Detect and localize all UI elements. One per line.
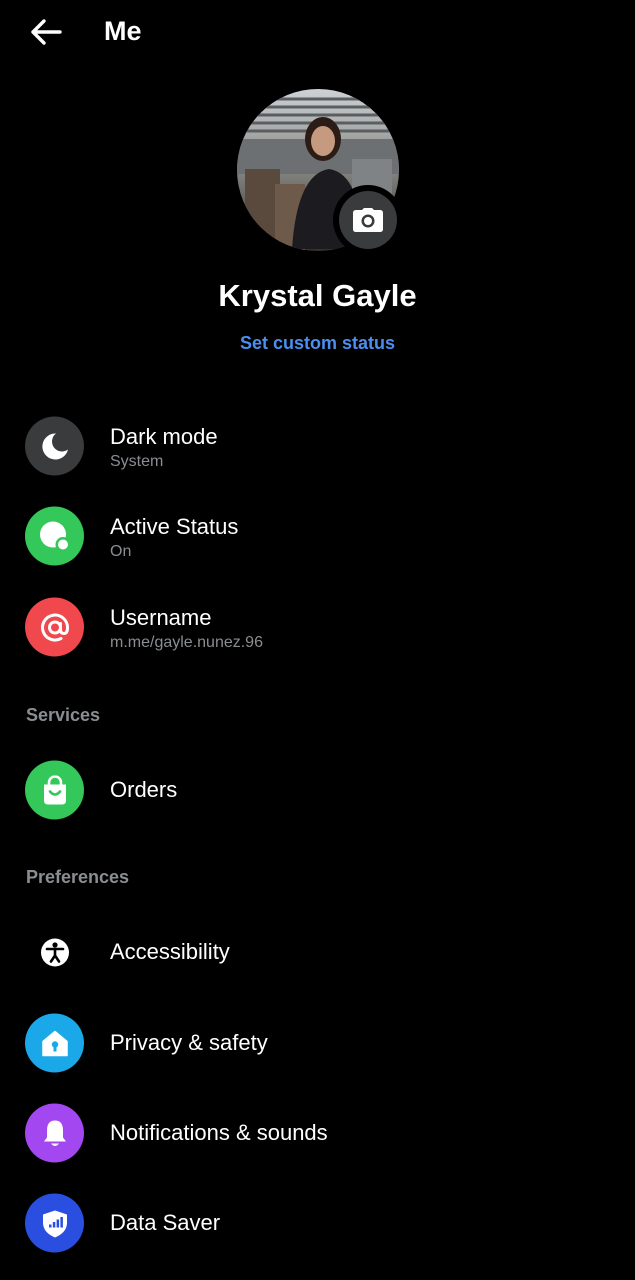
- dark-mode-row[interactable]: Dark mode System: [0, 408, 635, 484]
- orders-row[interactable]: Orders: [0, 752, 635, 828]
- camera-icon: [353, 208, 383, 232]
- dark-mode-label: Dark mode: [110, 424, 218, 449]
- app-header: Me: [0, 0, 635, 64]
- username-value: m.me/gayle.nunez.96: [110, 634, 263, 651]
- notifications-sounds-label: Notifications & sounds: [110, 1120, 328, 1145]
- preferences-section-title: Preferences: [26, 867, 130, 887]
- accessibility-icon: [25, 922, 84, 982]
- data-saver-row[interactable]: Data Saver: [0, 1185, 635, 1261]
- shield-signal-icon: [25, 1193, 84, 1253]
- active-status-row[interactable]: Active Status On: [0, 498, 635, 574]
- page-title: Me: [104, 16, 142, 46]
- bell-icon: [25, 1103, 84, 1163]
- data-saver-label: Data Saver: [110, 1210, 221, 1235]
- notifications-sounds-row[interactable]: Notifications & sounds: [0, 1095, 635, 1171]
- privacy-house-icon: [25, 1013, 84, 1073]
- username-row[interactable]: Username m.me/gayle.nunez.96: [0, 589, 635, 665]
- dark-mode-value: System: [110, 453, 164, 470]
- moon-icon: [25, 416, 84, 476]
- services-section-title: Services: [26, 705, 101, 725]
- accessibility-label: Accessibility: [110, 939, 230, 964]
- back-button[interactable]: [26, 12, 66, 52]
- at-sign-icon: [25, 597, 84, 657]
- username-label: Username: [110, 605, 212, 630]
- set-custom-status-link[interactable]: Set custom status: [0, 331, 635, 355]
- profile-avatar-area: [237, 89, 403, 255]
- active-status-icon: [25, 506, 84, 566]
- active-status-label: Active Status: [110, 514, 239, 539]
- orders-label: Orders: [110, 777, 178, 802]
- profile-name: Krystal Gayle: [218, 278, 417, 313]
- back-arrow-icon: [31, 19, 62, 45]
- accessibility-row[interactable]: Accessibility: [0, 914, 635, 990]
- privacy-safety-row[interactable]: Privacy & safety: [0, 1005, 635, 1081]
- shopping-bag-icon: [25, 760, 84, 820]
- active-status-value: On: [110, 543, 132, 560]
- change-photo-button[interactable]: [333, 185, 403, 255]
- privacy-safety-label: Privacy & safety: [110, 1030, 268, 1055]
